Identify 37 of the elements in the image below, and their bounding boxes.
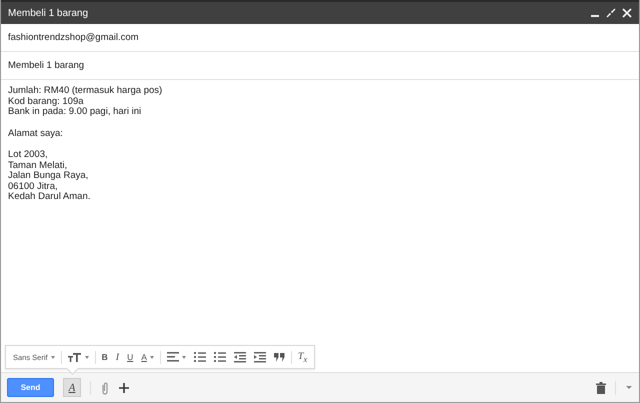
- indent-icon: [254, 352, 266, 362]
- outdent-icon: [234, 352, 246, 362]
- text-size-icon: [68, 352, 82, 362]
- body-line: Jalan Bunga Raya,: [8, 171, 90, 182]
- caret-icon: [182, 356, 186, 361]
- plus-icon[interactable]: [119, 382, 129, 392]
- text-color-button[interactable]: A: [137, 348, 158, 366]
- clear-formatting-button[interactable]: T$_{x}$: [294, 348, 312, 366]
- trash-icon[interactable]: [596, 382, 606, 394]
- bulleted-list-icon: [214, 352, 226, 362]
- recipient-field[interactable]: fashiontrendzshop@gmail.com: [1, 24, 639, 52]
- caret-icon: [84, 356, 89, 361]
- subject-field[interactable]: Membeli 1 barang: [1, 52, 639, 80]
- subject-text: Membeli 1 barang: [8, 60, 84, 71]
- recipient-address: fashiontrendzshop@gmail.com: [8, 32, 139, 43]
- body-line: Jumlah: RM40 (termasuk harga pos): [8, 86, 164, 96]
- pop-in-icon[interactable]: [605, 7, 617, 19]
- paperclip-icon[interactable]: [100, 380, 110, 394]
- body-line: 06100 Jitra,: [8, 182, 59, 192]
- underline-button[interactable]: U: [123, 348, 138, 366]
- formatting-options-button[interactable]: A: [63, 378, 81, 397]
- italic-button[interactable]: I: [112, 348, 124, 366]
- bold-button[interactable]: B: [98, 348, 112, 366]
- body-line: Lot 2003,: [8, 150, 49, 160]
- body-line: Taman Melati,: [8, 160, 68, 171]
- window-title: Membeli 1 barang: [8, 8, 90, 18]
- body-line: Kedah Darul Aman.: [8, 192, 92, 202]
- body-line: Alamat saya:: [8, 128, 64, 139]
- body-line: Kod barang: 109a: [8, 96, 85, 107]
- close-icon[interactable]: [621, 7, 633, 19]
- quote-icon: [274, 352, 285, 362]
- caret-icon: [50, 356, 55, 361]
- more-options-icon[interactable]: [625, 385, 633, 390]
- numbered-list-icon: [194, 352, 206, 362]
- align-left-icon: [166, 352, 179, 362]
- caret-icon: [150, 356, 154, 361]
- body-line: Bank in pada: 9.00 pagi, hari ini: [8, 107, 142, 118]
